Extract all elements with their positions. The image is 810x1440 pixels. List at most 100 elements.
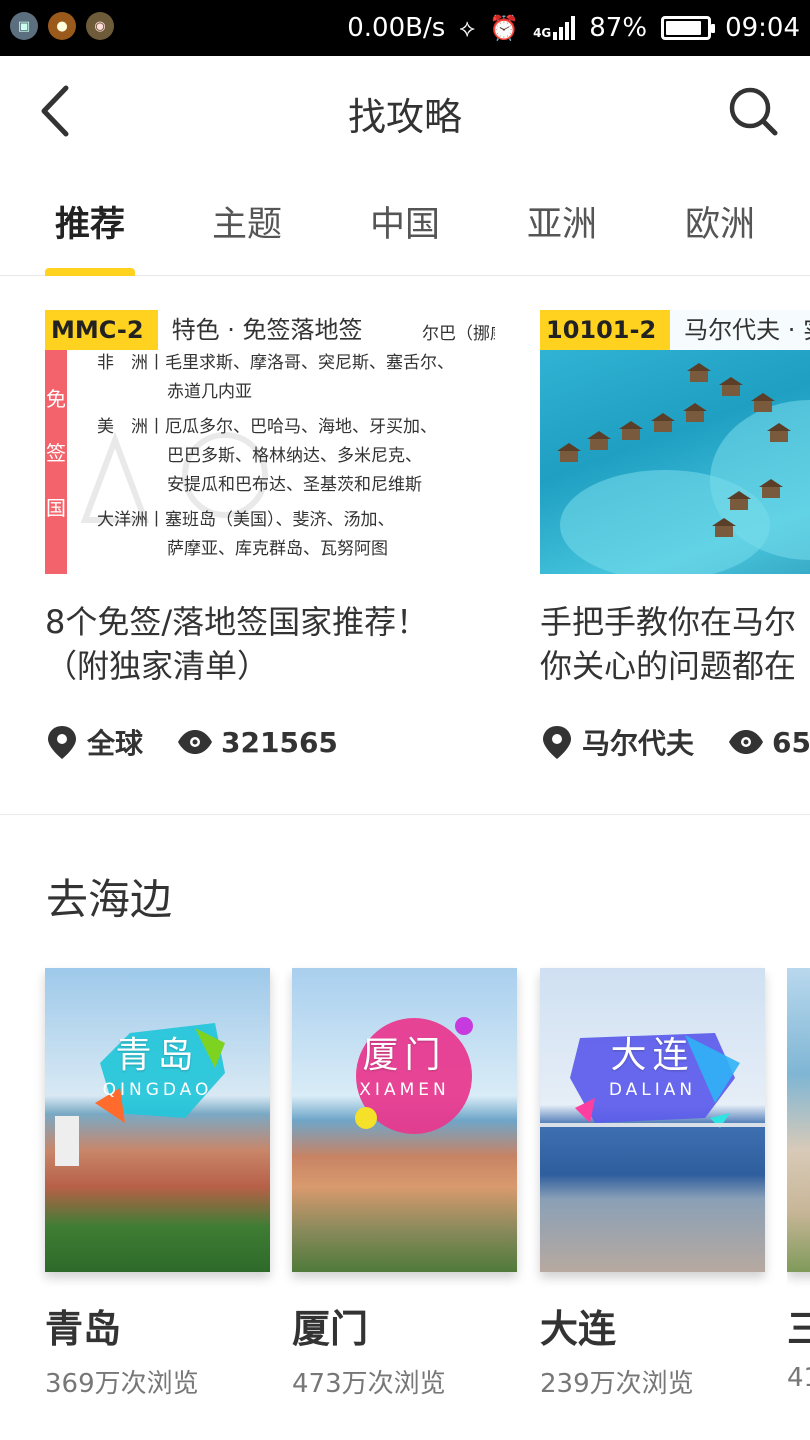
- city-views: 369万次浏览: [45, 1369, 199, 1399]
- city-card-dalian[interactable]: 大连 DALIAN 大连 239万次浏览: [540, 968, 765, 1400]
- article-code: MMC-2: [45, 310, 158, 350]
- visa-strip-char: 签: [46, 441, 66, 466]
- city-name[interactable]: 三: [787, 1298, 810, 1353]
- water-villa: [557, 443, 581, 462]
- weibo-notification-icon: ◉: [86, 12, 114, 40]
- category-tabs: 推荐 主题 中国 亚洲 欧洲: [0, 166, 810, 276]
- city-badge: 大连 DALIAN: [609, 1032, 696, 1100]
- featured-image[interactable]: 免 签 国 尔巴（挪威） 非 洲丨毛里求斯、摩洛哥、突尼斯、塞舌尔、 赤道几内亚…: [45, 310, 495, 574]
- city-badge: 青岛 QINGDAO: [103, 1032, 213, 1100]
- article-tag: 10101-2 马尔代夫 · 实: [540, 310, 810, 350]
- article-location: 全球: [87, 727, 144, 760]
- water-villa: [587, 431, 611, 450]
- app-notification-icon: ●: [48, 12, 76, 40]
- eye-icon: [178, 730, 213, 754]
- battery-icon: [661, 16, 716, 40]
- status-bar: ▣ ● ◉ 0.00B/s ⟡ ⏰ 4G 87% 09:04: [0, 0, 810, 56]
- vibrate-icon: ⟡: [459, 14, 476, 42]
- water-villa: [751, 393, 775, 412]
- tab-asia[interactable]: 亚洲: [527, 196, 597, 247]
- tab-theme[interactable]: 主题: [212, 196, 282, 247]
- battery-percent: 87%: [589, 13, 648, 43]
- water-villa: [687, 363, 711, 382]
- city-badge: 厦门 XIAMEN: [359, 1032, 449, 1100]
- tab-europe[interactable]: 欧洲: [685, 196, 755, 247]
- city-badge-zh: 厦门: [362, 1035, 447, 1076]
- page-title: 找攻略: [347, 95, 462, 139]
- article-meta: 全球 321565: [45, 724, 495, 760]
- tab-china[interactable]: 中国: [370, 196, 440, 247]
- visa-strip-char: 免: [46, 386, 66, 411]
- article-title[interactable]: 手把手教你在马尔 你关心的问题都在: [540, 600, 810, 690]
- signal-bars-icon: [553, 16, 576, 40]
- building-shape: [55, 1116, 79, 1166]
- visa-line: 美 洲丨厄瓜多尔、巴哈马、海地、牙买加、: [97, 417, 437, 437]
- city-badge-zh: 大连: [610, 1035, 695, 1076]
- article-meta: 马尔代夫 652: [540, 724, 810, 760]
- clock: 09:04: [725, 13, 800, 43]
- city-views: 473万次浏览: [292, 1369, 446, 1399]
- city-badge-en: QINGDAO: [102, 1080, 213, 1100]
- visa-line: 大洋洲丨塞班岛（美国）、斐济、汤加、: [97, 510, 395, 530]
- city-card-xiamen[interactable]: 厦门 XIAMEN 厦门 473万次浏览: [292, 968, 517, 1400]
- tab-recommend[interactable]: 推荐: [55, 196, 125, 247]
- signal-icon: 4G: [533, 16, 576, 40]
- article-code: 10101-2: [540, 310, 671, 350]
- app-header: 找攻略: [0, 56, 810, 166]
- city-name[interactable]: 青岛: [45, 1298, 270, 1353]
- water-villa: [651, 413, 675, 432]
- article-views: 321565: [221, 725, 338, 759]
- article-tag-label: 马尔代夫 · 实: [670, 310, 810, 350]
- water-villa: [759, 479, 783, 498]
- article-tag-label: 特色 · 免签落地签: [157, 310, 377, 350]
- notification-icons: ▣ ● ◉: [10, 12, 114, 40]
- article-tag: MMC-2 特色 · 免签落地签: [45, 310, 377, 350]
- visa-line: 赤道几内亚: [167, 382, 252, 402]
- location-pin-icon: [48, 726, 76, 759]
- featured-card[interactable]: 10101-2 马尔代夫 · 实 手把手教你在马尔 你关心的问题都在 马尔代夫 …: [540, 310, 810, 760]
- city-name[interactable]: 厦门: [292, 1298, 517, 1353]
- visa-country-list: 尔巴（挪威） 非 洲丨毛里求斯、摩洛哥、突尼斯、塞舌尔、 赤道几内亚 美 洲丨厄…: [97, 320, 495, 564]
- water-villa: [727, 491, 751, 510]
- water-villa: [712, 518, 736, 537]
- water-villa: [683, 403, 707, 422]
- section-divider: [0, 814, 810, 815]
- article-title[interactable]: 8个免签/落地签国家推荐！ （附独家清单）: [45, 600, 495, 690]
- water-villa: [767, 423, 791, 442]
- search-icon[interactable]: [726, 84, 780, 138]
- bridge-shape: [540, 1123, 765, 1127]
- city-badge-zh: 青岛: [115, 1035, 200, 1076]
- article-location: 马尔代夫: [582, 727, 695, 760]
- featured-image[interactable]: 10101-2 马尔代夫 · 实: [540, 310, 810, 574]
- city-name[interactable]: 大连: [540, 1298, 765, 1353]
- featured-card[interactable]: 免 签 国 尔巴（挪威） 非 洲丨毛里求斯、摩洛哥、突尼斯、塞舌尔、 赤道几内亚…: [45, 310, 495, 760]
- city-views: 41: [787, 1363, 810, 1393]
- location-pin-icon: [543, 726, 571, 759]
- water-villa: [719, 377, 743, 396]
- network-type: 4G: [533, 26, 552, 40]
- gallery-notification-icon: ▣: [10, 12, 38, 40]
- city-image[interactable]: [787, 968, 810, 1272]
- visa-line: 安提瓜和巴布达、圣基茨和尼维斯: [167, 475, 422, 495]
- city-image[interactable]: 厦门 XIAMEN: [292, 968, 517, 1272]
- visa-strip-char: 国: [46, 496, 66, 521]
- city-image[interactable]: 大连 DALIAN: [540, 968, 765, 1272]
- battery-fill: [666, 21, 702, 35]
- city-badge-en: DALIAN: [608, 1080, 697, 1100]
- city-card-qingdao[interactable]: 青岛 QINGDAO 青岛 369万次浏览: [45, 968, 270, 1400]
- city-badge-en: XIAMEN: [359, 1080, 450, 1100]
- article-views: 652: [772, 725, 810, 759]
- city-card-partial[interactable]: 三 41: [787, 968, 810, 1393]
- section-title: 去海边: [46, 875, 173, 924]
- visa-line: 巴巴多斯、格林纳达、多米尼克、: [167, 446, 422, 466]
- visa-line: 非 洲丨毛里求斯、摩洛哥、突尼斯、塞舌尔、: [97, 353, 454, 373]
- visa-line: 萨摩亚、库克群岛、瓦努阿图: [167, 539, 388, 559]
- city-image[interactable]: 青岛 QINGDAO: [45, 968, 270, 1272]
- alarm-icon: ⏰: [489, 14, 520, 42]
- network-speed: 0.00B/s: [347, 13, 446, 43]
- active-tab-indicator: [45, 268, 135, 276]
- visa-strip: 免 签 国: [45, 340, 67, 574]
- city-views: 239万次浏览: [540, 1369, 694, 1399]
- eye-icon: [729, 730, 764, 754]
- water-villa: [619, 421, 643, 440]
